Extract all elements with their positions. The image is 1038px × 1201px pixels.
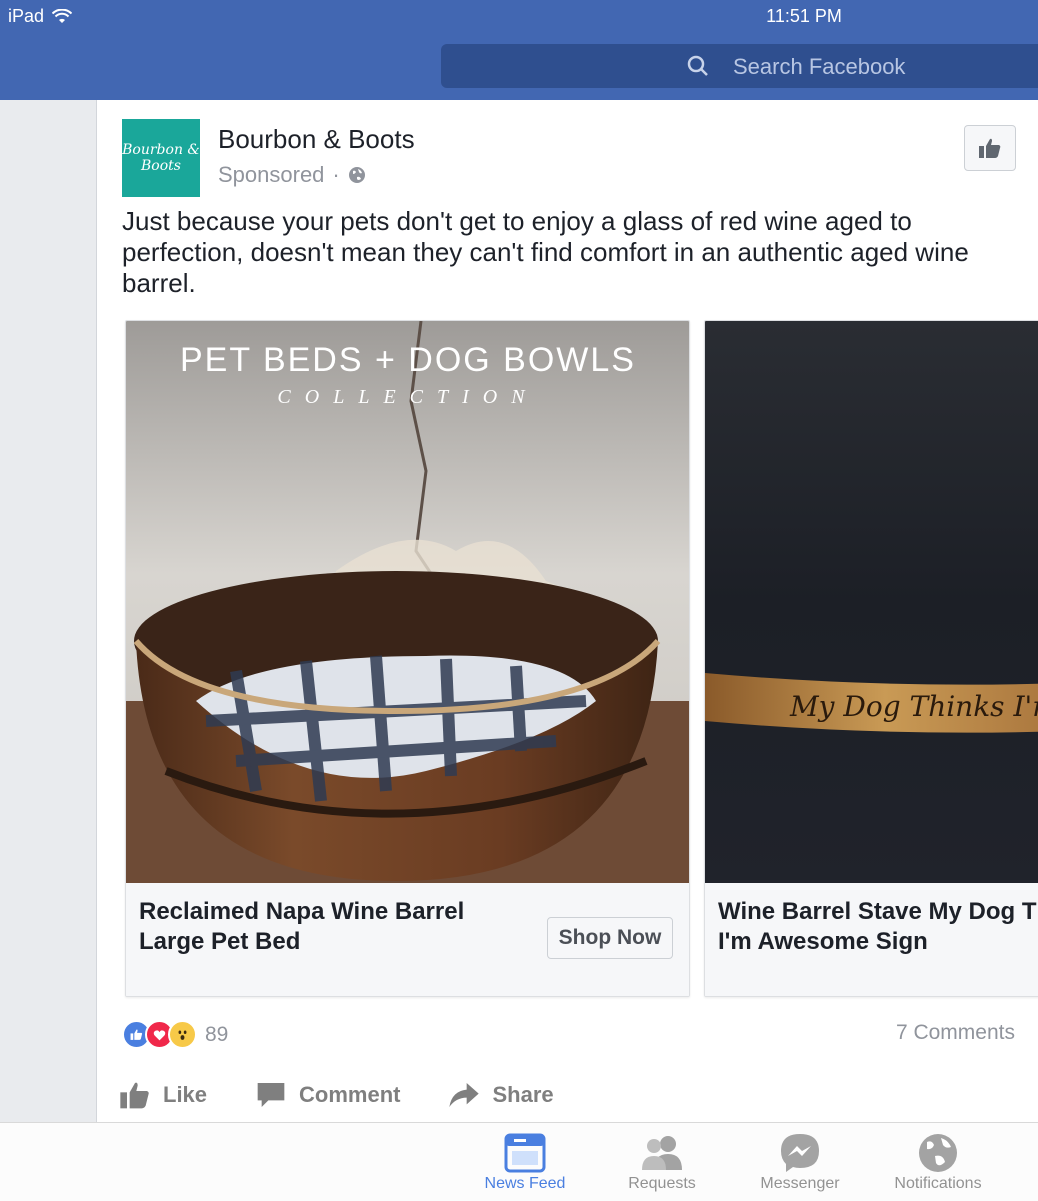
image-title: PET BEDS + DOG BOWLS [180, 341, 636, 379]
share-label: Share [492, 1082, 554, 1107]
tab-label: News Feed [484, 1175, 566, 1192]
sponsored-text: Sponsored [218, 162, 325, 187]
share-icon [449, 1083, 480, 1107]
clock: 11:51 PM [766, 6, 842, 26]
search-input[interactable] [731, 50, 1035, 84]
carousel-card-info: Wine Barrel Stave My Dog T I'm Awesome S… [705, 883, 1038, 996]
tab-label: Notifications [894, 1175, 982, 1192]
sign-text: My Dog Thinks I'm [789, 690, 1038, 723]
tab-requests[interactable]: Requests [597, 1131, 727, 1193]
carousel-card-title[interactable]: Reclaimed Napa Wine Barrel Large Pet Bed [139, 897, 499, 957]
reactions-summary[interactable]: 89 [122, 1020, 228, 1049]
bottom-tab-bar: News Feed Requests Messenger Notificatio… [0, 1122, 1038, 1201]
comments-count-link[interactable]: 7 Comments [896, 1021, 1015, 1045]
status-bar: iPad 11:51 PM [0, 0, 1038, 32]
like-page-button[interactable] [964, 125, 1016, 171]
like-button[interactable]: Like [119, 1080, 207, 1110]
like-label: Like [163, 1082, 208, 1107]
news-feed-icon [504, 1133, 546, 1173]
tab-label: Requests [628, 1175, 696, 1192]
carousel-card[interactable]: My Dog Thinks I'm Wine Barrel Stave My D… [704, 320, 1038, 997]
page-logo[interactable]: Bourbon & Boots [122, 119, 200, 197]
separator-dot: · [332, 162, 340, 187]
tab-notifications[interactable]: Notifications [873, 1131, 1003, 1193]
globe-icon [919, 1134, 957, 1172]
shop-now-button[interactable]: Shop Now [547, 917, 673, 959]
search-bar[interactable] [441, 44, 1038, 88]
image-subtitle: COLLECTION [277, 386, 538, 408]
tab-news-feed[interactable]: News Feed [460, 1131, 590, 1193]
tab-messenger[interactable]: Messenger [735, 1131, 865, 1193]
share-button[interactable]: Share [448, 1080, 554, 1110]
globe-privacy-icon [348, 167, 365, 183]
tab-label: Messenger [760, 1175, 840, 1192]
search-icon [687, 55, 708, 76]
logo-text: Bourbon & Boots [122, 142, 200, 174]
wow-reaction-icon [168, 1020, 197, 1049]
comment-button[interactable]: Comment [255, 1080, 400, 1110]
sign-image[interactable]: My Dog Thinks I'm [705, 321, 1038, 883]
page-name-link[interactable]: Bourbon & Boots [218, 124, 415, 155]
carousel-card[interactable]: PET BEDS + DOG BOWLS COLLECTION Reclaime… [125, 320, 690, 997]
messenger-icon [781, 1134, 819, 1172]
comment-label: Comment [299, 1082, 401, 1107]
left-gutter [0, 100, 97, 1122]
thumbs-up-icon [979, 138, 1001, 158]
thumbs-up-icon [120, 1082, 149, 1109]
requests-icon [642, 1136, 682, 1170]
post-actions: Like Comment Share [119, 1080, 602, 1110]
top-navigation-bar: iPad 11:51 PM [0, 0, 1038, 100]
carousel-card-title[interactable]: Wine Barrel Stave My Dog T I'm Awesome S… [718, 897, 1038, 957]
pet-bed-image[interactable]: PET BEDS + DOG BOWLS COLLECTION [126, 321, 689, 883]
reaction-count: 89 [205, 1022, 229, 1046]
carousel-card-info: Reclaimed Napa Wine Barrel Large Pet Bed… [126, 883, 689, 996]
comment-icon [257, 1083, 285, 1107]
sponsored-post: Bourbon & Boots Bourbon & Boots Sponsore… [97, 100, 1038, 1122]
sponsored-label: Sponsored · [218, 162, 366, 188]
post-text: Just because your pets don't get to enjo… [122, 206, 969, 298]
